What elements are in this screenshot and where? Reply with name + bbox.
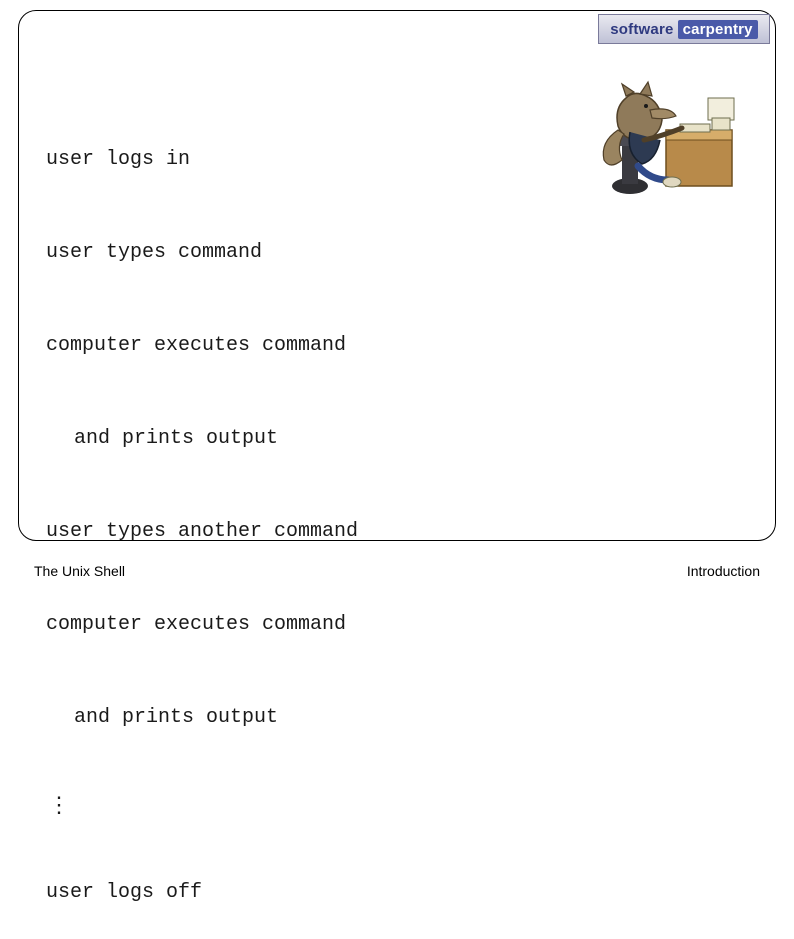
logo-word-carpentry: carpentry — [678, 20, 758, 39]
content-line: computer executes command — [46, 609, 566, 640]
logo-word-software: software — [610, 21, 673, 38]
footer-right: Introduction — [687, 563, 760, 579]
content-line: and prints output — [46, 423, 566, 454]
wolf-at-computer-illustration — [596, 80, 740, 198]
content-line: computer executes command — [46, 330, 566, 361]
content-line: user logs in — [46, 144, 566, 175]
content-line: user logs off — [46, 877, 566, 908]
footer-left: The Unix Shell — [34, 563, 125, 579]
logo-software-carpentry: software carpentry — [598, 14, 770, 44]
vertical-ellipsis-icon: ⋮ — [46, 795, 566, 815]
content-line: and prints output — [46, 702, 566, 733]
slide-content: user logs in user types command computer… — [46, 82, 566, 939]
content-line: user types another command — [46, 516, 566, 547]
content-line: user types command — [46, 237, 566, 268]
